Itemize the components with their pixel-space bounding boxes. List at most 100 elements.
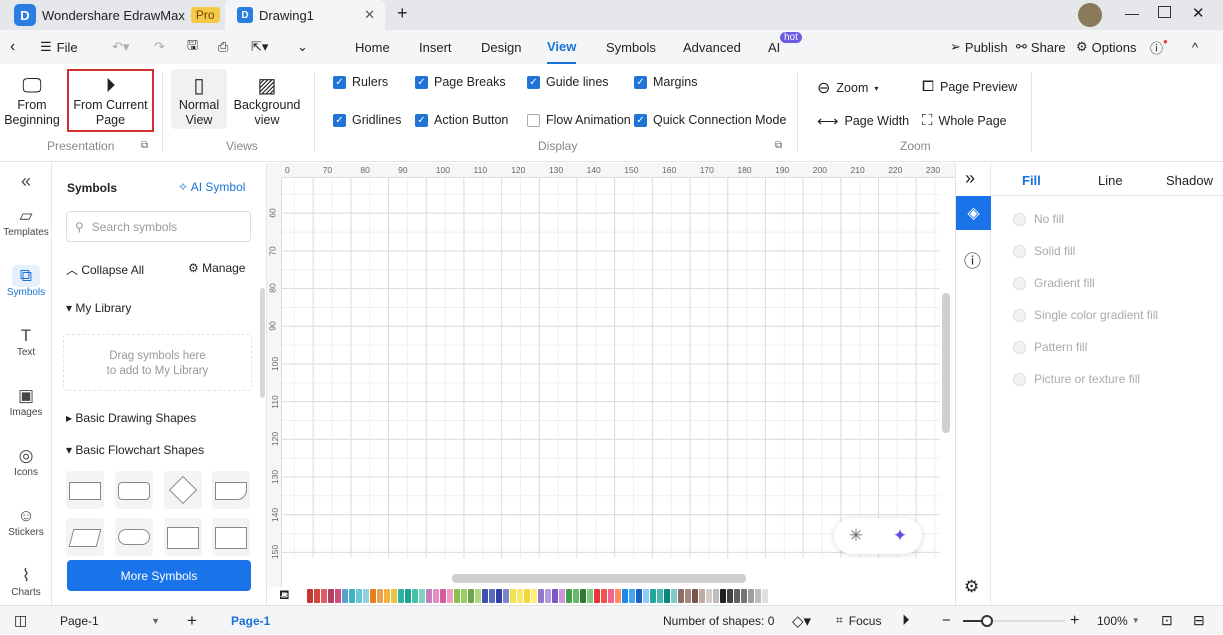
color-swatch[interactable]	[622, 589, 628, 603]
document-tab[interactable]: D Drawing1 ✕	[225, 0, 385, 30]
checkbox-gridlines[interactable]: ✓ Gridlines	[333, 113, 401, 127]
from-beginning-button[interactable]: 🖵 From Beginning	[4, 74, 60, 128]
color-swatch[interactable]	[720, 589, 726, 603]
ai-symbol-button[interactable]: ✧ AI Symbol	[178, 180, 245, 194]
fill-panel-icon[interactable]: ◈	[956, 196, 991, 230]
color-swatch[interactable]	[482, 589, 488, 603]
color-swatch[interactable]	[671, 589, 677, 603]
color-swatch[interactable]	[335, 589, 341, 603]
data-shape[interactable]	[66, 518, 104, 556]
color-swatch[interactable]	[566, 589, 572, 603]
sidebar-item-charts[interactable]: ⌇ Charts	[0, 565, 52, 598]
tab-symbols[interactable]: Symbols	[606, 30, 656, 64]
color-swatch[interactable]	[363, 589, 369, 603]
my-library-section[interactable]: ▾ My Library	[66, 301, 131, 315]
color-swatch[interactable]	[503, 589, 509, 603]
basic-drawing-shapes-section[interactable]: ▸ Basic Drawing Shapes	[66, 411, 196, 425]
color-swatch[interactable]	[531, 589, 537, 603]
color-swatch[interactable]	[412, 589, 418, 603]
tab-fill[interactable]: Fill	[1022, 173, 1041, 188]
print-icon[interactable]: ⎙	[218, 30, 228, 64]
background-view-button[interactable]: ▨ Background view	[232, 74, 302, 128]
symbols-scrollbar[interactable]	[260, 288, 265, 398]
color-swatch[interactable]	[727, 589, 733, 603]
color-swatch[interactable]	[762, 589, 768, 603]
color-swatch[interactable]	[741, 589, 747, 603]
color-swatch[interactable]	[755, 589, 761, 603]
layers-icon[interactable]: ◇▾	[792, 606, 811, 635]
color-swatch[interactable]	[356, 589, 362, 603]
fit-width-icon[interactable]: ⊟	[1193, 606, 1205, 635]
color-swatch[interactable]	[615, 589, 621, 603]
zoom-level-select[interactable]: 100% ▼	[1097, 606, 1140, 635]
expand-panel-icon[interactable]: »	[965, 168, 975, 189]
tab-advanced[interactable]: Advanced	[683, 30, 741, 64]
predefined-process-shape[interactable]	[164, 518, 202, 556]
color-swatch[interactable]	[517, 589, 523, 603]
color-swatch[interactable]	[573, 589, 579, 603]
tab-insert[interactable]: Insert	[419, 30, 452, 64]
fit-page-icon[interactable]: ⊡	[1161, 606, 1173, 635]
color-swatch[interactable]	[664, 589, 670, 603]
color-swatch[interactable]	[713, 589, 719, 603]
collapse-ribbon-icon[interactable]: ^	[1192, 30, 1198, 64]
settings-icon[interactable]: ⚙	[964, 577, 979, 597]
export-icon[interactable]: ⇱▾	[251, 30, 268, 64]
color-swatch[interactable]	[559, 589, 565, 603]
app-tab[interactable]: D Wondershare EdrawMax Pro	[14, 0, 220, 30]
color-swatch[interactable]	[643, 589, 649, 603]
sparkle-loader-icon[interactable]: ✳	[849, 526, 863, 546]
color-swatch[interactable]	[706, 589, 712, 603]
color-swatch[interactable]	[678, 589, 684, 603]
color-swatch[interactable]	[384, 589, 390, 603]
internal-storage-shape[interactable]	[212, 518, 250, 556]
color-swatch[interactable]	[496, 589, 502, 603]
library-drop-zone[interactable]: Drag symbols here to add to My Library	[63, 334, 252, 391]
close-tab-icon[interactable]: ✕	[364, 7, 375, 23]
color-swatch[interactable]	[433, 589, 439, 603]
color-swatch[interactable]	[440, 589, 446, 603]
page-select[interactable]: Page-1 ▼	[60, 606, 160, 635]
color-swatch[interactable]	[468, 589, 474, 603]
color-swatch[interactable]	[538, 589, 544, 603]
page-tab[interactable]: Page-1	[231, 606, 270, 635]
color-swatch[interactable]	[685, 589, 691, 603]
color-swatch[interactable]	[405, 589, 411, 603]
expand-group-icon[interactable]: ⧉	[141, 140, 148, 151]
color-swatch[interactable]	[692, 589, 698, 603]
color-swatch[interactable]	[426, 589, 432, 603]
ai-sparkle-icon[interactable]: ✦	[893, 526, 907, 546]
file-menu[interactable]: ☰ File	[40, 30, 78, 64]
color-swatch[interactable]	[748, 589, 754, 603]
color-swatch[interactable]	[321, 589, 327, 603]
checkbox-action-button[interactable]: ✓ Action Button	[415, 113, 508, 127]
zoom-slider[interactable]	[963, 615, 1065, 627]
tab-design[interactable]: Design	[481, 30, 521, 64]
undo-icon[interactable]: ↶▾	[112, 30, 129, 64]
color-swatch[interactable]	[580, 589, 586, 603]
basic-flowchart-shapes-section[interactable]: ▾ Basic Flowchart Shapes	[66, 443, 204, 457]
zoom-slider-handle[interactable]	[981, 615, 993, 627]
color-swatch[interactable]	[342, 589, 348, 603]
save-icon[interactable]: 🖫	[187, 30, 198, 64]
process-shape[interactable]	[66, 471, 104, 509]
sidebar-item-symbols[interactable]: ⧉ Symbols	[0, 265, 52, 298]
close-window-icon[interactable]: ✕	[1192, 4, 1205, 22]
rounded-rect-shape[interactable]	[115, 471, 153, 509]
help-icon[interactable]: ⓘ ●	[1150, 30, 1168, 64]
normal-view-button[interactable]: ▯ Normal View	[171, 69, 227, 129]
fill-option-single-color-gradient-fill[interactable]: Single color gradient fill	[1013, 308, 1158, 322]
back-icon[interactable]: ‹	[10, 30, 15, 64]
color-swatch[interactable]	[461, 589, 467, 603]
from-current-page-button[interactable]: ⏵ From Current Page	[67, 69, 154, 132]
horizontal-scrollbar[interactable]	[452, 574, 746, 583]
collapse-sidebar-icon[interactable]: «	[0, 171, 52, 192]
tab-line[interactable]: Line	[1098, 173, 1123, 188]
fill-bucket-icon[interactable]: ⛾	[279, 587, 290, 605]
page-width-button[interactable]: ⟷ Page Width	[817, 112, 909, 130]
sidebar-item-templates[interactable]: ▱ Templates	[0, 205, 52, 238]
tab-view[interactable]: View	[547, 30, 577, 64]
maximize-icon[interactable]	[1158, 6, 1171, 18]
color-swatch[interactable]	[545, 589, 551, 603]
sidebar-item-icons[interactable]: ◎ Icons	[0, 445, 52, 478]
